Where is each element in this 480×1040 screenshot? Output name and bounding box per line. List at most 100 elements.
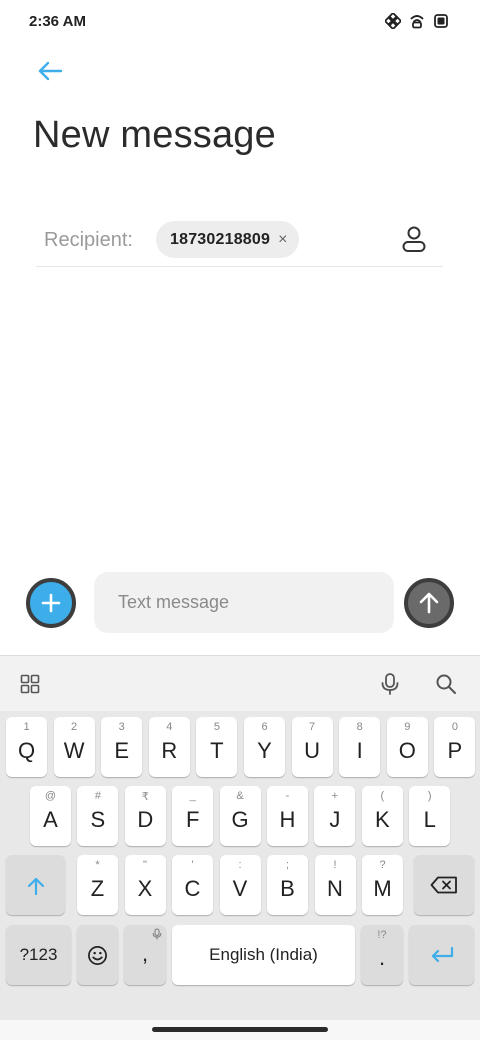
voice-input-button[interactable]: [378, 672, 402, 696]
back-button[interactable]: [30, 54, 70, 88]
key-label: R: [161, 738, 178, 763]
key-label: L: [423, 807, 436, 832]
status-bar: 2:36 AM: [0, 0, 480, 44]
key-label: Z: [90, 876, 105, 901]
key-v[interactable]: :V: [219, 855, 261, 915]
battery-icon: [432, 12, 450, 30]
attach-button[interactable]: [26, 578, 76, 628]
period-key-label: .: [378, 945, 386, 970]
key-label: W: [63, 738, 85, 763]
key-label: D: [137, 807, 154, 832]
key-n[interactable]: ! N: [314, 855, 356, 915]
recipient-chip-number: 18730218809: [170, 230, 271, 248]
period-key-hint: !?: [377, 929, 387, 941]
key-r[interactable]: 4R: [148, 717, 190, 777]
key-label: K: [374, 807, 390, 832]
apps-grid-button[interactable]: [18, 672, 42, 696]
key-d[interactable]: ₹ D: [124, 786, 166, 846]
key-label: G: [231, 807, 249, 832]
shift-key[interactable]: [6, 855, 65, 915]
key-o[interactable]: 9O: [386, 717, 428, 777]
backspace-key[interactable]: [414, 855, 474, 915]
message-input[interactable]: [94, 572, 394, 633]
key-hint: _: [189, 790, 196, 802]
key-hint: -: [285, 790, 290, 802]
key-p[interactable]: 0P: [434, 717, 476, 777]
key-label: F: [185, 807, 200, 832]
contact-picker-button[interactable]: [399, 224, 429, 254]
key-hint: &: [236, 790, 244, 802]
microphone-icon: [381, 673, 399, 695]
key-e[interactable]: 3E: [101, 717, 143, 777]
space-key-label: English (India): [209, 945, 318, 964]
key-label: T: [210, 738, 224, 763]
recipient-chip[interactable]: 18730218809 ×: [156, 221, 300, 258]
key-u[interactable]: 7U: [291, 717, 333, 777]
search-icon: [436, 674, 456, 694]
symbols-key-label: ?123: [19, 945, 58, 964]
key-label: I: [356, 738, 363, 763]
key-s[interactable]: # S: [77, 786, 119, 846]
key-b[interactable]: ; B: [267, 855, 308, 915]
remove-recipient-icon[interactable]: ×: [278, 231, 287, 248]
key-label: H: [279, 807, 296, 832]
person-icon: [402, 226, 426, 252]
key-f[interactable]: _ F: [172, 786, 214, 846]
key-label: Q: [17, 738, 36, 763]
recipient-label: Recipient:: [44, 229, 133, 251]
status-icons: [384, 12, 450, 30]
key-label: A: [43, 807, 58, 832]
key-z[interactable]: * Z: [77, 855, 118, 915]
key-label: N: [327, 876, 343, 901]
key-l[interactable]: ) L: [409, 786, 451, 846]
keyboard-search-button[interactable]: [434, 672, 458, 696]
key-hint: 9: [404, 721, 411, 733]
backspace-icon: [430, 876, 457, 894]
key-label: U: [304, 738, 321, 763]
key-hint: ': [191, 859, 194, 871]
period-key[interactable]: !? .: [361, 925, 403, 985]
microphone-hint-icon: [152, 928, 162, 940]
key-hint: !: [333, 859, 337, 871]
key-hint: ;: [285, 859, 290, 871]
key-hint: +: [331, 790, 339, 802]
key-w[interactable]: 2W: [53, 717, 95, 777]
symbols-key[interactable]: ?123: [6, 925, 71, 985]
key-hint: ?: [379, 859, 386, 871]
key-a[interactable]: @ A: [30, 786, 71, 846]
key-m[interactable]: ? M: [362, 855, 403, 915]
key-x[interactable]: " X: [124, 855, 166, 915]
recipient-row: Recipient: 18730218809 ×: [36, 212, 443, 267]
arrow-left-icon: [38, 61, 63, 81]
key-hint: ₹: [141, 791, 149, 803]
key-q[interactable]: 1Q: [6, 717, 47, 777]
key-label: J: [329, 807, 341, 832]
key-label: X: [137, 876, 153, 901]
home-gesture-handle[interactable]: [152, 1027, 328, 1032]
key-label: S: [90, 807, 106, 832]
key-label: M: [373, 876, 392, 901]
key-y[interactable]: 6Y: [244, 717, 285, 777]
app-notification-icon: [384, 12, 402, 30]
send-button[interactable]: [404, 578, 454, 628]
compose-bar: [0, 572, 480, 634]
emoji-key[interactable]: [77, 925, 118, 985]
key-i[interactable]: 8I: [339, 717, 381, 777]
key-hint: 4: [166, 721, 173, 733]
key-hint: 6: [261, 721, 268, 733]
key-t[interactable]: 5T: [196, 717, 238, 777]
enter-key[interactable]: [409, 925, 474, 985]
key-hint: *: [95, 859, 100, 871]
key-h[interactable]: -H: [267, 786, 308, 846]
space-key[interactable]: English (India): [172, 925, 355, 985]
key-g[interactable]: & G: [219, 786, 261, 846]
key-k[interactable]: (K: [361, 786, 403, 846]
key-hint: #: [94, 790, 101, 802]
key-j[interactable]: + J: [314, 786, 356, 846]
key-label: C: [184, 876, 201, 901]
shift-arrow-icon: [27, 877, 45, 896]
key-hint: 2: [71, 721, 78, 733]
key-c[interactable]: ' C: [172, 855, 213, 915]
key-hint: @: [44, 790, 57, 802]
comma-key[interactable]: ,: [124, 925, 166, 985]
